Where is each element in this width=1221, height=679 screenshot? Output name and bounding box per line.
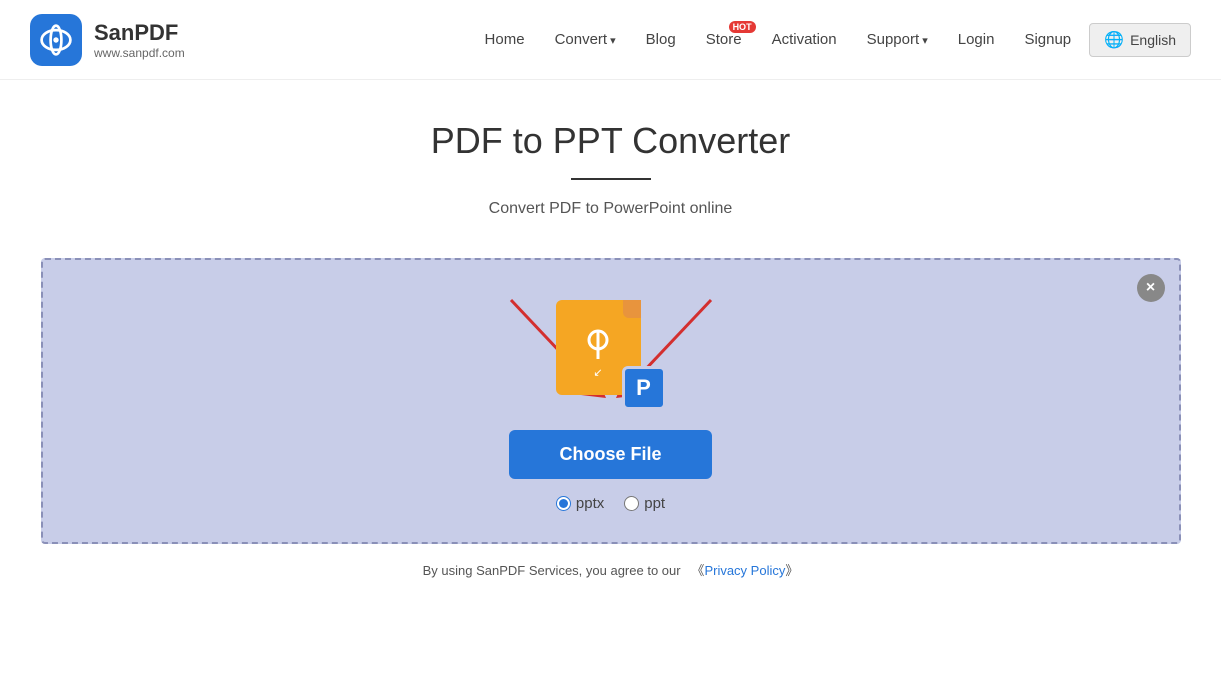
logo-svg <box>38 22 74 58</box>
radio-ppt[interactable] <box>624 496 639 511</box>
footer-before: By using SanPDF Services, you agree to o… <box>423 563 681 578</box>
logo-name: SanPDF <box>94 20 185 46</box>
footer-link-open: 《 <box>691 563 704 578</box>
ppt-letter: P <box>636 375 651 401</box>
upload-area: × ↙ <box>41 258 1181 544</box>
close-button[interactable]: × <box>1137 274 1165 302</box>
globe-icon: 🌐 <box>1104 30 1124 50</box>
logo-icon <box>30 14 82 66</box>
logo-text: SanPDF www.sanpdf.com <box>94 20 185 60</box>
hot-badge: HOT <box>729 21 756 33</box>
nav-convert[interactable]: Convert <box>543 23 628 56</box>
format-radio-group: pptx ppt <box>556 495 665 512</box>
nav-blog[interactable]: Blog <box>634 23 688 56</box>
nav-activation[interactable]: Activation <box>760 23 849 56</box>
nav-store-container: Store HOT <box>694 23 754 56</box>
logo-url: www.sanpdf.com <box>94 46 185 60</box>
language-label: English <box>1130 32 1176 48</box>
logo-area: SanPDF www.sanpdf.com <box>30 14 185 66</box>
radio-pptx-text: pptx <box>576 495 604 512</box>
page-title: PDF to PPT Converter <box>431 120 790 162</box>
footer-link-close: 》 <box>785 563 798 578</box>
main-content: PDF to PPT Converter Convert PDF to Powe… <box>0 80 1221 599</box>
nav-support[interactable]: Support <box>855 23 940 56</box>
footer-text: By using SanPDF Services, you agree to o… <box>423 560 799 579</box>
page-subtitle: Convert PDF to PowerPoint online <box>489 200 733 218</box>
privacy-policy-link[interactable]: Privacy Policy <box>704 563 785 578</box>
acrobat-symbol <box>579 326 617 364</box>
radio-pptx[interactable] <box>556 496 571 511</box>
nav-home[interactable]: Home <box>473 23 537 56</box>
radio-pptx-label[interactable]: pptx <box>556 495 604 512</box>
title-underline <box>571 178 651 180</box>
ppt-badge: P <box>622 366 666 410</box>
close-icon: × <box>1146 279 1155 297</box>
header: SanPDF www.sanpdf.com Home Convert Blog … <box>0 0 1221 80</box>
file-icon-area: ↙ P <box>556 300 666 410</box>
nav-login[interactable]: Login <box>946 23 1007 56</box>
radio-ppt-text: ppt <box>644 495 665 512</box>
nav-signup[interactable]: Signup <box>1012 23 1083 56</box>
choose-file-button[interactable]: Choose File <box>509 430 711 479</box>
main-nav: Home Convert Blog Store HOT Activation S… <box>473 23 1191 57</box>
language-button[interactable]: 🌐 English <box>1089 23 1191 57</box>
radio-ppt-label[interactable]: ppt <box>624 495 665 512</box>
